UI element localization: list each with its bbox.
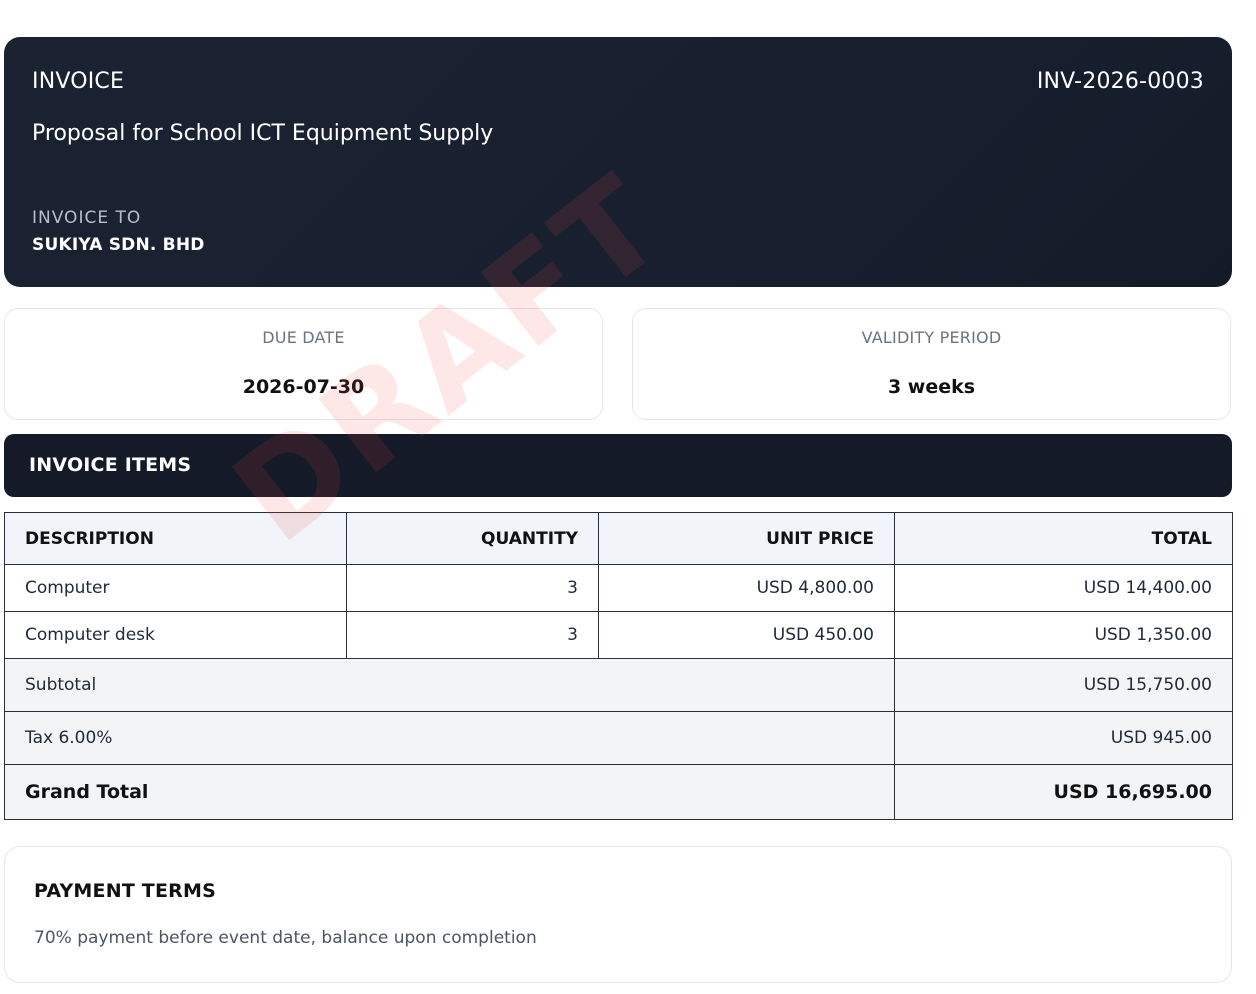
column-header-total: TOTAL <box>894 512 1233 565</box>
due-date-value: 2026-07-30 <box>242 376 365 398</box>
grand-total-value: USD 16,695.00 <box>894 764 1233 820</box>
column-header-description: DESCRIPTION <box>4 512 347 565</box>
validity-label: VALIDITY PERIOD <box>861 328 1002 347</box>
invoice-to-label: INVOICE TO <box>32 208 142 228</box>
item-total: USD 1,350.00 <box>894 611 1233 659</box>
column-header-unit-price: UNIT PRICE <box>598 512 895 565</box>
column-header-quantity: QUANTITY <box>346 512 599 565</box>
payment-terms-card: PAYMENT TERMS 70% payment before event d… <box>4 846 1232 983</box>
item-quantity: 3 <box>346 611 599 659</box>
item-description: Computer desk <box>4 611 347 659</box>
section-title: INVOICE ITEMS <box>29 454 192 476</box>
item-quantity: 3 <box>346 564 599 612</box>
client-name: SUKIYA SDN. BHD <box>32 235 205 255</box>
grand-total-row: Grand Total USD 16,695.00 <box>4 764 1233 820</box>
table-row: Computer 3 USD 4,800.00 USD 14,400.00 <box>4 564 1233 612</box>
item-description: Computer <box>4 564 347 612</box>
invoice-subject: Proposal for School ICT Equipment Supply <box>32 121 494 146</box>
grand-total-label: Grand Total <box>4 764 895 820</box>
payment-terms-title: PAYMENT TERMS <box>34 880 216 902</box>
invoice-items-bar: INVOICE ITEMS <box>4 434 1232 497</box>
table-row: Computer desk 3 USD 450.00 USD 1,350.00 <box>4 611 1233 659</box>
tax-label: Tax 6.00% <box>4 711 895 765</box>
tax-row: Tax 6.00% USD 945.00 <box>4 711 1233 765</box>
invoice-page: INVOICE INV-2026-0003 Proposal for Schoo… <box>0 0 1256 994</box>
invoice-header: INVOICE INV-2026-0003 Proposal for Schoo… <box>4 37 1232 287</box>
due-date-label: DUE DATE <box>262 328 345 347</box>
tax-value: USD 945.00 <box>894 711 1233 765</box>
item-total: USD 14,400.00 <box>894 564 1233 612</box>
subtotal-label: Subtotal <box>4 658 895 712</box>
items-table: DESCRIPTION QUANTITY UNIT PRICE TOTAL Co… <box>4 512 1233 820</box>
subtotal-value: USD 15,750.00 <box>894 658 1233 712</box>
invoice-number: INV-2026-0003 <box>1036 69 1204 94</box>
subtotal-row: Subtotal USD 15,750.00 <box>4 658 1233 712</box>
item-unit-price: USD 450.00 <box>598 611 895 659</box>
payment-terms-text: 70% payment before event date, balance u… <box>34 928 537 948</box>
item-unit-price: USD 4,800.00 <box>598 564 895 612</box>
validity-card: VALIDITY PERIOD 3 weeks <box>632 308 1231 420</box>
document-type: INVOICE <box>32 69 125 94</box>
table-header-row: DESCRIPTION QUANTITY UNIT PRICE TOTAL <box>4 512 1233 565</box>
validity-value: 3 weeks <box>887 376 976 398</box>
due-date-card: DUE DATE 2026-07-30 <box>4 308 603 420</box>
